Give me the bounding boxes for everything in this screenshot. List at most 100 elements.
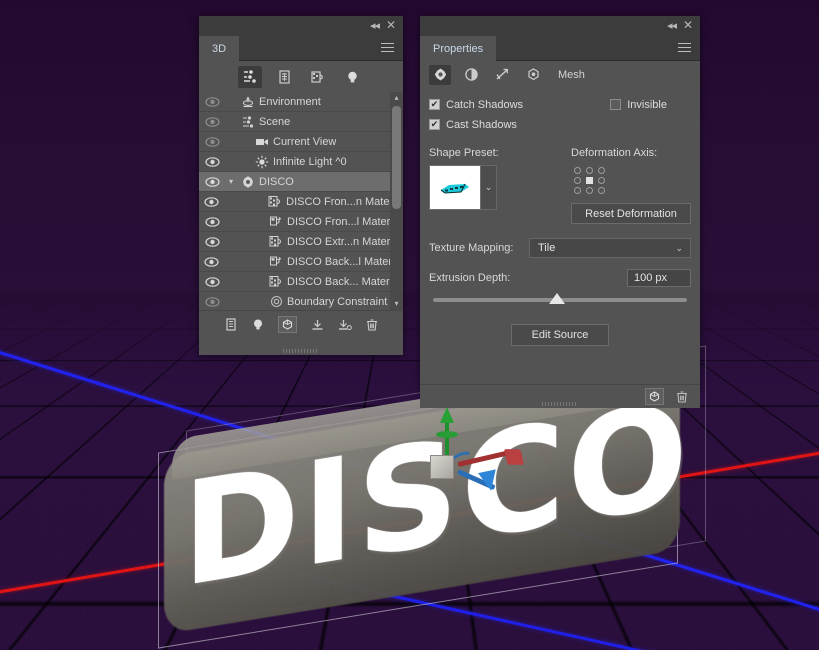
deformation-axis-cell[interactable]	[598, 167, 605, 174]
new-light-icon[interactable]	[252, 318, 264, 332]
scene-icon	[237, 115, 259, 129]
scene-tree-row-label: DISCO Extr...n Material	[287, 235, 402, 248]
deformation-axis-cell[interactable]	[586, 187, 593, 194]
scene-tree-row[interactable]: Boundary Constraint 1	[199, 292, 403, 310]
close-icon[interactable]: ✕	[386, 19, 396, 31]
render-icon[interactable]	[277, 316, 297, 333]
visibility-eye-icon[interactable]	[199, 256, 225, 267]
gizmo-center-cube[interactable]	[430, 455, 454, 479]
reset-deformation-button[interactable]: Reset Deformation	[571, 203, 691, 224]
invisible-checkbox[interactable]	[610, 99, 622, 110]
mesh-icon	[237, 175, 259, 189]
deformation-axis-cell[interactable]	[598, 177, 605, 184]
bevel-icon	[265, 215, 287, 228]
tab-properties[interactable]: Properties	[420, 36, 497, 61]
visibility-eye-icon[interactable]	[199, 96, 225, 107]
environment-icon	[237, 95, 259, 109]
extrusion-depth-label: Extrusion Depth:	[429, 272, 511, 284]
scene-tree-row[interactable]: DISCO Extr...n Material	[199, 232, 403, 252]
deformation-axis-grid[interactable]	[574, 167, 691, 194]
catch-shadows-checkbox[interactable]: ✔	[429, 99, 440, 110]
hamburger-icon[interactable]	[678, 43, 691, 54]
materials-filter-icon[interactable]	[306, 66, 330, 88]
snap-object-icon[interactable]	[338, 318, 352, 332]
visibility-eye-icon[interactable]	[199, 296, 225, 307]
3d-scene-tree[interactable]: Environment Scene Current View Infinite Lig…	[199, 92, 403, 310]
extrusion-depth-input[interactable]: 100 px	[627, 269, 691, 287]
hamburger-icon[interactable]	[381, 43, 394, 54]
transform-gizmo[interactable]	[418, 405, 538, 525]
deformation-axis-cell[interactable]	[586, 177, 593, 184]
scrollbar-thumb[interactable]	[392, 106, 401, 209]
tab-3d[interactable]: 3D	[199, 36, 240, 61]
chevron-down-icon[interactable]: ⌄	[675, 243, 683, 254]
scene-tree-row[interactable]: Scene	[199, 112, 403, 132]
visibility-eye-icon[interactable]	[199, 236, 225, 247]
material-icon	[264, 195, 286, 208]
visibility-eye-icon[interactable]	[199, 276, 225, 287]
delete-icon[interactable]	[676, 390, 688, 404]
properties-icon-tabs: Mesh	[420, 61, 700, 88]
render-icon[interactable]	[645, 388, 664, 405]
ground-plane-icon[interactable]	[311, 318, 324, 332]
texture-mapping-select[interactable]: Tile ⌄	[529, 238, 691, 258]
new-mesh-icon[interactable]	[225, 317, 238, 332]
scene-tree-row[interactable]: DISCO Back...l Material	[199, 252, 403, 272]
scene-tree-row-label: Boundary Constraint 1	[287, 295, 397, 308]
scene-tree-row[interactable]: ▾ DISCO	[199, 172, 403, 192]
gizmo-z-arrow-icon[interactable]	[478, 469, 500, 493]
capsule-tab-icon[interactable]	[522, 65, 544, 85]
scene-tree-row[interactable]: Infinite Light ^0	[199, 152, 403, 172]
delete-icon[interactable]	[366, 318, 378, 332]
deformation-axis-cell[interactable]	[574, 167, 581, 174]
3d-panel-titlebar[interactable]: ◂◂ ✕	[199, 16, 403, 36]
scroll-up-icon[interactable]: ▴	[390, 92, 403, 104]
mesh-filter-icon[interactable]	[272, 66, 296, 88]
properties-panel: ◂◂ ✕ Properties Mesh ✔ Catch Shadows Inv…	[420, 16, 700, 408]
scene-tree-row[interactable]: Current View	[199, 132, 403, 152]
3d-list-scrollbar[interactable]: ▴ ▾	[390, 92, 403, 310]
coordinates-tab-icon[interactable]	[491, 65, 513, 85]
properties-titlebar[interactable]: ◂◂ ✕	[420, 16, 700, 36]
visibility-eye-icon[interactable]	[199, 156, 225, 167]
slider-thumb[interactable]	[549, 293, 566, 304]
shape-preset-dropdown-chevron-down-icon[interactable]: ⌄	[481, 165, 497, 210]
scene-tree-row[interactable]: DISCO Back... Material	[199, 272, 403, 292]
deformation-axis-cell[interactable]	[574, 177, 581, 184]
disclosure-chevron-down-icon[interactable]: ▾	[225, 177, 237, 186]
properties-tabstrip: Properties	[420, 36, 700, 61]
collapse-icon[interactable]: ◂◂	[667, 20, 677, 32]
visibility-eye-icon[interactable]	[199, 196, 225, 207]
invisible-row[interactable]: Invisible	[610, 96, 667, 113]
gizmo-x-arrow-icon[interactable]	[503, 449, 525, 465]
scene-tree-row[interactable]: DISCO Fron...l Material	[199, 212, 403, 232]
scene-filter-icon[interactable]	[238, 65, 262, 88]
visibility-eye-icon[interactable]	[199, 136, 225, 147]
close-icon[interactable]: ✕	[683, 19, 693, 31]
deformation-axis-cell[interactable]	[598, 187, 605, 194]
scene-tree-row[interactable]: Environment	[199, 92, 403, 112]
scroll-down-icon[interactable]: ▾	[390, 298, 403, 310]
cast-shadows-row[interactable]: ✔ Cast Shadows	[429, 116, 691, 133]
deformation-axis-cell[interactable]	[586, 167, 593, 174]
panel-resize-grip[interactable]	[542, 402, 578, 406]
visibility-eye-icon[interactable]	[199, 176, 225, 187]
visibility-eye-icon[interactable]	[199, 116, 225, 127]
panel-resize-grip[interactable]	[283, 349, 319, 353]
shape-preset-thumbnail[interactable]	[429, 165, 481, 210]
catch-shadows-row[interactable]: ✔ Catch Shadows	[429, 96, 523, 113]
gizmo-y-scale-handle[interactable]	[436, 431, 458, 438]
cast-shadows-checkbox[interactable]: ✔	[429, 119, 440, 130]
deformation-axis-cell[interactable]	[574, 187, 581, 194]
collapse-icon[interactable]: ◂◂	[370, 20, 380, 32]
scene-tree-row-label: Scene	[259, 115, 291, 128]
extrusion-depth-slider[interactable]	[433, 293, 687, 304]
3d-panel-footer	[199, 310, 403, 353]
materials-tab-icon[interactable]	[460, 65, 482, 85]
edit-source-button[interactable]: Edit Source	[511, 324, 609, 346]
scene-tree-row[interactable]: DISCO Fron...n Material	[199, 192, 403, 212]
gizmo-y-arrow-icon[interactable]	[440, 407, 454, 423]
mesh-tab-icon[interactable]	[429, 64, 451, 85]
lights-filter-icon[interactable]	[340, 66, 364, 88]
visibility-eye-icon[interactable]	[199, 216, 225, 227]
